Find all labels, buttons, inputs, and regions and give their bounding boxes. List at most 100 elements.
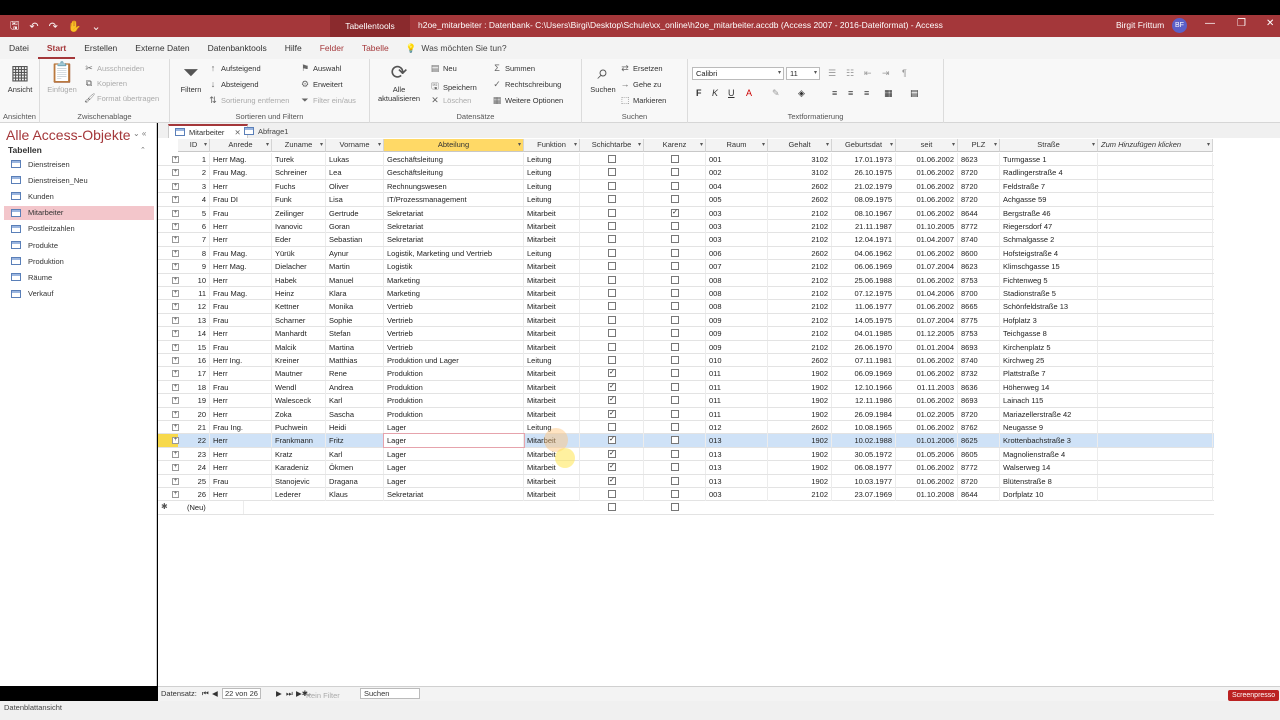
cell-straße[interactable]: Plattstraße 7 — [1000, 367, 1098, 381]
cell-id[interactable]: 4 — [178, 193, 210, 207]
first-record-icon[interactable]: ⏮ — [202, 689, 209, 699]
cell-abteilung[interactable]: Lager — [384, 474, 524, 488]
nav-section-tabellen[interactable]: Tabellen — [8, 145, 42, 155]
cell-abteilung[interactable]: Vertrieb — [384, 300, 524, 314]
checkbox[interactable] — [671, 155, 679, 163]
last-record-icon[interactable]: ⏭ — [286, 689, 293, 699]
cell-karenz[interactable] — [644, 354, 706, 367]
cell-straße[interactable]: Fichtenweg 5 — [1000, 273, 1098, 287]
cell-id[interactable]: 11 — [178, 287, 210, 300]
cell-zuname[interactable]: Yürük — [272, 246, 326, 260]
record-selector[interactable]: + — [158, 461, 179, 474]
cell-add-field[interactable] — [1098, 434, 1213, 448]
cell-schichtarbe[interactable] — [580, 300, 644, 314]
cell-zuname[interactable]: Fuchs — [272, 179, 326, 193]
close-button[interactable]: ✕ — [1266, 18, 1274, 29]
column-header-13[interactable]: Straße ▾ — [1000, 139, 1098, 152]
cell-zuname[interactable]: Habek — [272, 273, 326, 287]
cell-anrede[interactable]: Frau — [210, 206, 272, 220]
table-row[interactable]: +2 Frau Mag. Schreiner Lea Geschäftsleitung L… — [158, 166, 1214, 180]
cell-add-field[interactable] — [1098, 233, 1213, 247]
ersetzen-button[interactable]: ⇄ Ersetzen — [620, 63, 662, 74]
paragraph-direction-icon[interactable]: ¶ — [902, 68, 907, 78]
cell-add-field[interactable] — [1098, 260, 1213, 274]
table-row[interactable]: +15 Frau Malcik Martina Vertrieb Mitarbeit 009… — [158, 340, 1214, 354]
cell-vorname[interactable]: Andrea — [326, 380, 384, 394]
cell-vorname[interactable]: Matthias — [326, 354, 384, 367]
cell-funktion[interactable]: Mitarbeit — [524, 367, 580, 381]
record-selector[interactable]: + — [158, 207, 179, 220]
align-left-icon[interactable]: ≡ — [832, 88, 837, 98]
nav-item-mitarbeiter[interactable]: Mitarbeiter — [4, 205, 154, 220]
cell-karenz[interactable] — [644, 233, 706, 247]
tell-me-box[interactable]: 💡 Was möchten Sie tun? — [406, 43, 507, 54]
cell-anrede[interactable]: Herr — [210, 220, 272, 233]
checkbox-checked[interactable]: ✓ — [608, 396, 616, 405]
cell-vorname[interactable]: Sophie — [326, 313, 384, 327]
absteigend-button[interactable]: ↓ Absteigend — [208, 79, 259, 89]
cell-straße[interactable]: Lainach 115 — [1000, 394, 1098, 408]
record-selector[interactable]: + — [158, 300, 179, 313]
checkbox[interactable] — [608, 329, 616, 338]
cell-funktion[interactable]: Leitung — [524, 179, 580, 193]
font-color-icon[interactable]: A — [746, 88, 752, 98]
cell-schichtarbe[interactable] — [580, 327, 644, 341]
cell-seit[interactable]: 01.06.2002 — [896, 354, 958, 367]
checkbox[interactable] — [671, 275, 679, 284]
cell-vorname[interactable]: Rene — [326, 367, 384, 381]
table-row[interactable]: +19 Herr Walesceck Karl Produktion Mitarbeit ✓… — [158, 394, 1214, 408]
cell-gehalt[interactable]: 1902 — [768, 474, 832, 488]
nav-item-kunden[interactable]: Kunden — [4, 189, 154, 203]
cell-geburtsdat[interactable]: 21.02.1979 — [832, 179, 896, 193]
cell-vorname[interactable]: Dragana — [326, 474, 384, 488]
record-position-input[interactable]: 22 von 26 — [222, 688, 261, 699]
cell-add-field[interactable] — [1098, 488, 1213, 501]
cell-anrede[interactable]: Herr Ing. — [210, 354, 272, 367]
checkbox[interactable] — [608, 315, 616, 324]
cell-id[interactable]: 2 — [178, 166, 210, 180]
speichern-button[interactable]: 🖫 Speichern — [430, 79, 477, 95]
cell-schichtarbe[interactable] — [580, 421, 644, 434]
background-color-icon[interactable]: ◈ — [798, 88, 805, 99]
cell-gehalt[interactable]: 1902 — [768, 380, 832, 394]
nav-collapse-icon[interactable]: ⌄ « — [133, 129, 146, 138]
cell-geburtsdat[interactable]: 12.11.1986 — [832, 394, 896, 408]
nav-item-räume[interactable]: Räume — [4, 270, 154, 284]
doc-tab-mitarbeiter[interactable]: Mitarbeiter ✕ — [168, 124, 248, 138]
cell-geburtsdat[interactable]: 06.09.1969 — [832, 367, 896, 381]
cell-vorname[interactable]: Martin — [326, 260, 384, 274]
cell-gehalt[interactable]: 2102 — [768, 300, 832, 314]
cell-add-field[interactable] — [1098, 313, 1213, 327]
cell-abteilung[interactable]: Vertrieb — [384, 327, 524, 341]
cell-plz[interactable]: 8600 — [958, 246, 1000, 260]
cell-id[interactable]: 24 — [178, 461, 210, 475]
cell-seit[interactable]: 01.05.2006 — [896, 447, 958, 461]
cell-straße[interactable]: Teichgasse 8 — [1000, 327, 1098, 341]
redo-icon[interactable]: ↷ — [49, 20, 58, 33]
next-record-icon[interactable]: ▶ — [276, 689, 282, 698]
chevron-down-icon[interactable]: ▾ — [204, 139, 207, 151]
cell-geburtsdat[interactable]: 12.04.1971 — [832, 233, 896, 247]
nav-item-postleitzahlen[interactable]: Postleitzahlen — [4, 222, 154, 236]
cell-straße[interactable]: Achgasse 59 — [1000, 193, 1098, 207]
checkbox[interactable] — [608, 423, 616, 431]
cell-gehalt[interactable]: 3102 — [768, 166, 832, 180]
cell-vorname[interactable]: Martina — [326, 340, 384, 354]
cell-add-field[interactable] — [1098, 287, 1213, 300]
cell-plz[interactable]: 8753 — [958, 273, 1000, 287]
checkbox-checked[interactable]: ✓ — [608, 463, 616, 472]
record-selector[interactable]: + — [158, 327, 179, 340]
checkbox-checked[interactable]: ✓ — [608, 369, 616, 378]
checkbox[interactable] — [608, 195, 616, 204]
cell-karenz[interactable] — [644, 179, 706, 193]
nav-item-dienstreisen[interactable]: Dienstreisen — [4, 157, 154, 171]
cell-karenz[interactable] — [644, 300, 706, 314]
customize-qat-icon[interactable]: ⌄ — [92, 20, 101, 33]
cell-abteilung[interactable]: Produktion — [384, 380, 524, 394]
cell-vorname[interactable]: Ökmen — [326, 461, 384, 475]
gehe-zu-button[interactable]: → Gehe zu — [620, 79, 662, 89]
table-row[interactable]: +21 Frau Ing. Puchwein Heidi Lager Leitung 012… — [158, 421, 1214, 435]
cell-schichtarbe[interactable] — [580, 273, 644, 287]
column-header-9[interactable]: Gehalt ▾ — [768, 139, 832, 152]
cell-raum[interactable]: 013 — [706, 447, 768, 461]
